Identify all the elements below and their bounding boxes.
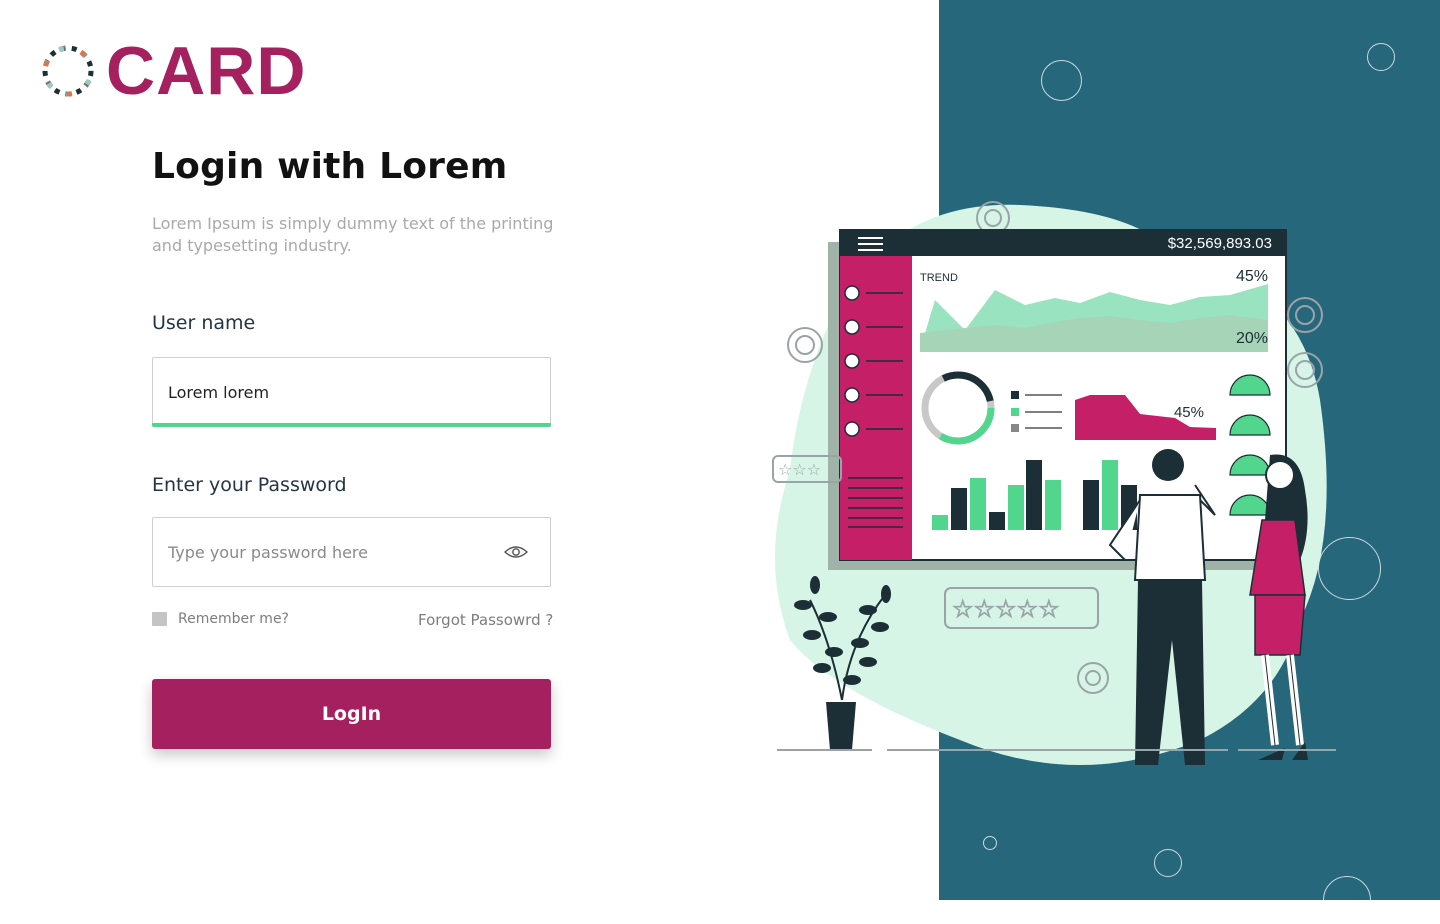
username-focus-underline (152, 423, 551, 427)
brand-name: CARD (106, 33, 307, 109)
decor-circle (1323, 876, 1371, 924)
rating-stars: ☆☆☆☆☆ (952, 595, 1060, 623)
trend-low: 20% (1236, 330, 1268, 347)
brand-logo: CARD (40, 33, 307, 109)
username-label: User name (152, 312, 256, 334)
password-label: Enter your Password (152, 474, 347, 496)
page-title: Login with Lorem (152, 146, 508, 187)
logo-ring-icon (42, 45, 94, 97)
username-field (152, 357, 551, 427)
trend-high: 45% (1236, 268, 1268, 285)
eye-icon[interactable] (504, 542, 528, 562)
trend-label: TREND (920, 272, 958, 284)
checkbox-box[interactable] (152, 612, 167, 626)
decor-circle (983, 836, 997, 850)
decor-circle (1041, 60, 1082, 101)
password-field (152, 517, 551, 587)
board-amount: $32,569,893.03 (1168, 235, 1272, 252)
forgot-password-link[interactable]: Forgot Passowrd ? (418, 611, 553, 629)
remember-me-label: Remember me? (178, 611, 289, 627)
rating-stars-small: ☆☆☆ (778, 460, 821, 479)
page-subtitle: Lorem Ipsum is simply dummy text of the … (152, 214, 554, 255)
decor-circle (1154, 849, 1182, 877)
username-input[interactable] (168, 358, 498, 426)
dashboard-illustration: $32,569,893.03 TREND 45% 20% 45% ☆☆☆☆☆ ☆… (772, 201, 1336, 765)
login-button[interactable]: LogIn (152, 679, 551, 749)
password-input[interactable] (168, 518, 498, 586)
board-sidebar (840, 256, 912, 560)
decor-circle (1367, 43, 1395, 71)
area-percent: 45% (1174, 404, 1204, 421)
remember-me-checkbox[interactable]: Remember me? (152, 611, 289, 627)
